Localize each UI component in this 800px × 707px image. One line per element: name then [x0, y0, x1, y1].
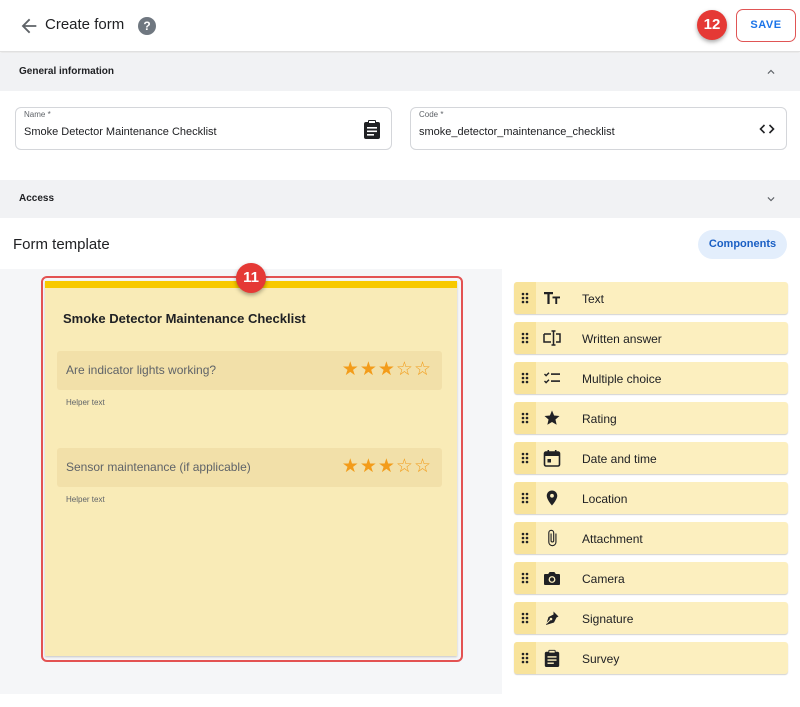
- text-format-icon: [543, 289, 561, 307]
- name-field[interactable]: Name * Smoke Detector Maintenance Checkl…: [15, 107, 392, 150]
- drag-handle-icon[interactable]: [514, 602, 536, 634]
- pen-icon: [543, 609, 561, 627]
- drag-handle-icon[interactable]: [514, 322, 536, 354]
- component-date-and-time[interactable]: Date and time: [514, 442, 788, 474]
- star-rating[interactable]: ★★★☆☆: [342, 456, 432, 478]
- chevron-down-icon[interactable]: [764, 192, 778, 206]
- star-rating[interactable]: ★★★☆☆: [342, 359, 432, 381]
- component-label: Written answer: [582, 332, 662, 346]
- step-badge-save: 12: [697, 10, 727, 40]
- code-icon[interactable]: [758, 119, 776, 139]
- save-button[interactable]: SAVE: [736, 9, 796, 42]
- section-title: Access: [19, 193, 55, 204]
- name-field-value[interactable]: Smoke Detector Maintenance Checklist: [24, 126, 217, 138]
- star-icon[interactable]: ★: [378, 456, 396, 477]
- component-label: Camera: [582, 572, 625, 586]
- help-circle-icon[interactable]: ?: [138, 17, 156, 35]
- form-template-title: Form template: [13, 236, 110, 253]
- component-attachment[interactable]: Attachment: [514, 522, 788, 554]
- back-arrow-icon[interactable]: [18, 15, 40, 37]
- drag-handle-icon[interactable]: [514, 282, 536, 314]
- star-outline-icon[interactable]: ☆: [414, 456, 432, 477]
- paperclip-icon: [543, 529, 561, 547]
- component-written-answer[interactable]: Written answer: [514, 322, 788, 354]
- drag-handle-icon[interactable]: [514, 642, 536, 674]
- component-location[interactable]: Location: [514, 482, 788, 514]
- form-card[interactable]: Smoke Detector Maintenance Checklist Are…: [45, 281, 457, 656]
- code-field-value[interactable]: smoke_detector_maintenance_checklist: [419, 126, 615, 138]
- name-field-label: Name *: [24, 110, 51, 119]
- access-header[interactable]: Access: [0, 180, 800, 218]
- checklist-icon: [543, 369, 561, 387]
- code-field[interactable]: Code * smoke_detector_maintenance_checkl…: [410, 107, 787, 150]
- star-outline-icon[interactable]: ☆: [396, 359, 414, 380]
- question-text: Are indicator lights working?: [66, 363, 217, 377]
- component-signature[interactable]: Signature: [514, 602, 788, 634]
- star-icon[interactable]: ★: [378, 359, 396, 380]
- component-text[interactable]: Text: [514, 282, 788, 314]
- component-rating[interactable]: Rating: [514, 402, 788, 434]
- star-icon[interactable]: ★: [342, 359, 360, 380]
- component-label: Text: [582, 292, 605, 306]
- camera-icon: [543, 569, 561, 587]
- component-label: Date and time: [582, 452, 657, 466]
- rating-question[interactable]: Sensor maintenance (if applicable) ★★★☆☆: [57, 448, 442, 487]
- drag-handle-icon[interactable]: [514, 562, 536, 594]
- location-pin-icon: [543, 489, 561, 507]
- component-label: Location: [582, 492, 628, 506]
- helper-text: Helper text: [66, 495, 105, 504]
- star-icon[interactable]: ★: [360, 359, 378, 380]
- component-multiple-choice[interactable]: Multiple choice: [514, 362, 788, 394]
- component-label: Multiple choice: [582, 372, 662, 386]
- components-list: Text Written answer Multiple choice Rati…: [514, 282, 788, 682]
- drag-handle-icon[interactable]: [514, 402, 536, 434]
- component-label: Survey: [582, 652, 620, 666]
- question-text: Sensor maintenance (if applicable): [66, 460, 251, 474]
- calendar-icon: [543, 449, 561, 467]
- helper-text: Helper text: [66, 398, 105, 407]
- star-icon[interactable]: ★: [360, 456, 378, 477]
- star-icon[interactable]: ★: [342, 456, 360, 477]
- form-card-title[interactable]: Smoke Detector Maintenance Checklist: [63, 311, 306, 326]
- component-camera[interactable]: Camera: [514, 562, 788, 594]
- drag-handle-icon[interactable]: [514, 362, 536, 394]
- top-bar: Create form ? 12 SAVE: [0, 0, 800, 52]
- general-information-header[interactable]: General information: [0, 53, 800, 91]
- drag-handle-icon[interactable]: [514, 522, 536, 554]
- rating-question[interactable]: Are indicator lights working? ★★★☆☆: [57, 351, 442, 390]
- star-outline-icon[interactable]: ☆: [396, 456, 414, 477]
- component-label: Rating: [582, 412, 617, 426]
- component-label: Signature: [582, 612, 634, 626]
- section-title: General information: [19, 66, 115, 77]
- star-outline-icon[interactable]: ☆: [414, 359, 432, 380]
- drag-handle-icon[interactable]: [514, 482, 536, 514]
- text-field-icon: [543, 329, 561, 347]
- chevron-up-icon[interactable]: [764, 65, 778, 79]
- star-icon: [543, 409, 561, 427]
- component-label: Attachment: [582, 532, 643, 546]
- component-survey[interactable]: Survey: [514, 642, 788, 674]
- components-button[interactable]: Components: [698, 230, 787, 259]
- step-badge-card: 11: [236, 263, 266, 293]
- page-title: Create form: [45, 16, 125, 33]
- drag-handle-icon[interactable]: [514, 442, 536, 474]
- clipboard-icon[interactable]: [363, 119, 381, 139]
- code-field-label: Code *: [419, 110, 444, 119]
- clipboard-icon: [543, 649, 561, 667]
